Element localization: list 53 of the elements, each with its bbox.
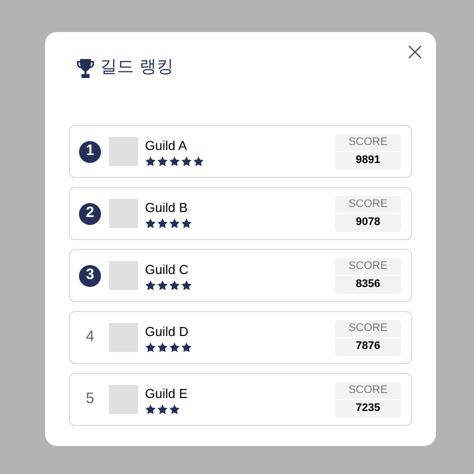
guild-emblem-placeholder — [109, 261, 138, 290]
trophy-icon — [77, 58, 94, 78]
star-icon — [145, 342, 156, 352]
star-icon — [169, 280, 180, 290]
star-icon — [145, 218, 156, 228]
star-icon — [157, 342, 168, 352]
score-label: SCORE — [335, 320, 401, 338]
rank-number: 5 — [84, 389, 96, 410]
guild-emblem-placeholder — [109, 385, 138, 414]
star-icon — [181, 342, 192, 352]
star-icon — [181, 218, 192, 228]
guild-card[interactable]: 1 Guild A SCORE 9891 — [69, 125, 412, 178]
guild-card[interactable]: 3 Guild C SCORE 8356 — [69, 249, 412, 302]
star-icon — [181, 280, 192, 290]
guild-name: Guild C — [145, 260, 188, 278]
star-icon — [169, 342, 180, 352]
guild-emblem-placeholder — [109, 137, 138, 166]
close-button[interactable] — [408, 45, 422, 59]
score-label: SCORE — [335, 258, 401, 276]
guild-emblem-placeholder — [109, 199, 138, 228]
score-value: 8356 — [354, 277, 382, 292]
star-icon — [145, 404, 156, 414]
star-icon — [169, 404, 180, 414]
star-icon — [145, 156, 156, 166]
score-label: SCORE — [335, 382, 401, 400]
rank-badge: 2 — [79, 202, 101, 224]
score-label: SCORE — [335, 134, 401, 152]
guild-name: Guild B — [145, 198, 188, 216]
guild-card[interactable]: 2 Guild B SCORE 9078 — [69, 187, 412, 240]
star-icon — [157, 404, 168, 414]
star-icon — [157, 280, 168, 290]
score-value: 7235 — [354, 401, 382, 416]
star-icon — [169, 218, 180, 228]
score-value: 7876 — [354, 339, 382, 354]
guild-name: Guild A — [145, 136, 187, 154]
rank-number: 4 — [84, 327, 96, 348]
star-icon — [157, 218, 168, 228]
guild-name: Guild E — [145, 384, 188, 402]
rank-badge: 1 — [79, 140, 101, 162]
star-icon — [193, 156, 204, 166]
dialog-title: 길드 랭킹 — [100, 56, 174, 80]
star-icon — [157, 156, 168, 166]
guild-card[interactable]: 4 Guild D SCORE 7876 — [69, 311, 412, 364]
star-icon — [169, 156, 180, 166]
star-icon — [181, 156, 192, 166]
score-value: 9891 — [354, 153, 382, 168]
score-value: 9078 — [354, 215, 382, 230]
guild-emblem-placeholder — [109, 323, 138, 352]
star-icon — [145, 280, 156, 290]
score-label: SCORE — [335, 196, 401, 214]
rank-badge: 3 — [79, 264, 101, 286]
guild-card[interactable]: 5 Guild E SCORE 7235 — [69, 373, 412, 426]
guild-name: Guild D — [145, 322, 188, 340]
